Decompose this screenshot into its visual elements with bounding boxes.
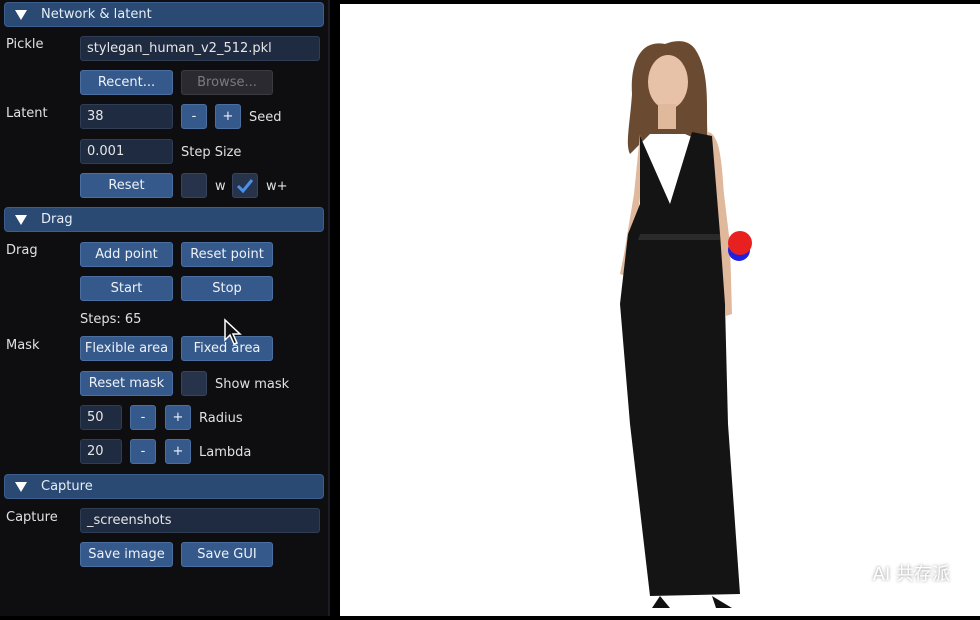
radius-increment-button[interactable]: + xyxy=(165,405,191,430)
steps-counter: Steps: 65 xyxy=(80,312,142,327)
reset-point-button[interactable]: Reset point xyxy=(181,242,273,267)
reset-button[interactable]: Reset xyxy=(80,173,173,198)
stop-button[interactable]: Stop xyxy=(181,276,273,301)
seed-increment-button[interactable]: + xyxy=(215,104,241,129)
checkmark-icon xyxy=(236,178,254,193)
add-point-button[interactable]: Add point xyxy=(80,242,173,267)
section-title: Network & latent xyxy=(41,7,152,22)
step-size-label: Step Size xyxy=(181,145,242,160)
pickle-input[interactable]: stylegan_human_v2_512.pkl xyxy=(80,36,320,61)
save-image-button[interactable]: Save image xyxy=(80,542,173,567)
latent-label: Latent xyxy=(6,106,48,121)
mouse-cursor-icon xyxy=(224,318,242,345)
show-mask-checkbox[interactable] xyxy=(181,371,207,396)
seed-decrement-button[interactable]: - xyxy=(181,104,207,129)
start-button[interactable]: Start xyxy=(80,276,173,301)
section-title: Capture xyxy=(41,479,93,494)
collapse-triangle-icon xyxy=(15,214,27,225)
watermark: AI 共存派 xyxy=(841,560,950,586)
image-canvas[interactable]: AI 共存派 xyxy=(340,4,980,616)
step-size-input[interactable]: 0.001 xyxy=(80,139,173,164)
section-header-drag[interactable]: Drag xyxy=(4,207,324,232)
collapse-triangle-icon xyxy=(15,481,27,492)
capture-label: Capture xyxy=(6,510,58,525)
seed-input[interactable]: 38 xyxy=(80,104,173,129)
flexible-area-button[interactable]: Flexible area xyxy=(80,336,173,361)
wplus-label: w+ xyxy=(266,179,288,194)
control-panel: Network & latent Pickle stylegan_human_v… xyxy=(0,0,330,616)
lambda-input[interactable]: 20 xyxy=(80,439,122,464)
save-gui-button[interactable]: Save GUI xyxy=(181,542,273,567)
section-header-capture[interactable]: Capture xyxy=(4,474,324,499)
radius-decrement-button[interactable]: - xyxy=(130,405,156,430)
browse-button[interactable]: Browse... xyxy=(181,70,273,95)
show-mask-label: Show mask xyxy=(215,377,290,392)
drag-label: Drag xyxy=(6,243,38,258)
recent-button[interactable]: Recent... xyxy=(80,70,173,95)
wechat-icon xyxy=(841,565,866,582)
lambda-increment-button[interactable]: + xyxy=(165,439,191,464)
w-checkbox[interactable] xyxy=(181,173,207,198)
reset-mask-button[interactable]: Reset mask xyxy=(80,371,173,396)
handle-point-marker xyxy=(728,231,752,255)
mask-label: Mask xyxy=(6,338,40,353)
lambda-label: Lambda xyxy=(199,445,252,460)
w-label: w xyxy=(215,179,226,194)
watermark-text: AI 共存派 xyxy=(872,564,950,585)
radius-input[interactable]: 50 xyxy=(80,405,122,430)
collapse-triangle-icon xyxy=(15,9,27,20)
section-title: Drag xyxy=(41,212,73,227)
wplus-checkbox[interactable] xyxy=(232,173,258,198)
lambda-decrement-button[interactable]: - xyxy=(130,439,156,464)
seed-label: Seed xyxy=(249,110,282,125)
section-header-network[interactable]: Network & latent xyxy=(4,2,324,27)
pickle-label: Pickle xyxy=(6,37,44,52)
generated-person-image xyxy=(620,41,752,608)
capture-dir-input[interactable]: _screenshots xyxy=(80,508,320,533)
radius-label: Radius xyxy=(199,411,243,426)
